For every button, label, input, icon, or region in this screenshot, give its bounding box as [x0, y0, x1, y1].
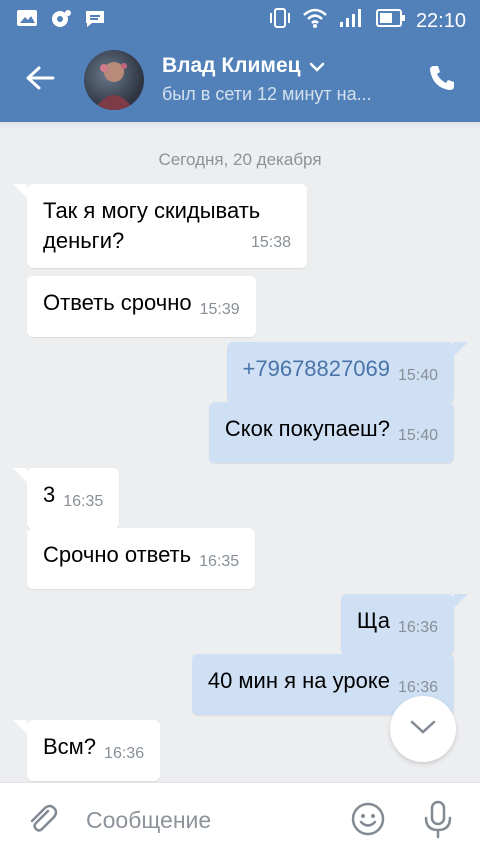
back-button[interactable] — [20, 60, 60, 100]
message-text: Срочно ответь — [43, 542, 192, 567]
outgoing-message[interactable]: +79678827069 15:40 — [226, 342, 469, 403]
status-bar: 22:10 — [0, 0, 480, 38]
contact-name-button[interactable]: Влад Климец — [162, 54, 325, 78]
message-input[interactable] — [86, 805, 326, 835]
message-time: 15:39 — [199, 301, 240, 318]
incoming-message[interactable]: Срочно ответь 16:35 — [27, 528, 256, 589]
message-composer — [0, 782, 480, 854]
chat-icon — [84, 8, 106, 35]
paperclip-icon — [24, 804, 60, 841]
notification-icon — [50, 8, 72, 35]
contact-name: Влад Климец — [162, 54, 301, 77]
avatar[interactable] — [84, 50, 144, 110]
clock: 22:10 — [415, 9, 466, 32]
message-time: 16:36 — [397, 619, 438, 636]
message-text: 40 мин я на уроке — [207, 668, 390, 693]
signal-icon — [338, 7, 366, 34]
wifi-icon — [302, 7, 328, 34]
message-time: 16:35 — [63, 493, 104, 510]
chevron-down-icon — [309, 54, 325, 78]
phone-icon — [427, 63, 457, 98]
phone-link[interactable]: +79678827069 — [243, 356, 390, 381]
message-time: 15:40 — [397, 427, 438, 444]
image-icon — [16, 8, 38, 35]
scroll-to-bottom-button[interactable] — [390, 696, 456, 762]
message-text: Всм? — [43, 734, 97, 759]
incoming-message[interactable]: Так я могу скидывать деньги? 15:38 — [13, 184, 307, 268]
message-text: 3 — [43, 482, 56, 507]
date-separator: Сегодня, 20 декабря — [158, 150, 322, 169]
back-arrow-icon — [25, 65, 55, 96]
battery-icon — [375, 7, 406, 34]
contact-status: был в сети 12 минут на... — [162, 84, 372, 104]
incoming-message[interactable]: Всм? 16:36 — [12, 720, 161, 781]
message-list[interactable]: Сегодня, 20 декабря Так я могу скидывать… — [0, 122, 480, 782]
message-time: 16:36 — [104, 745, 145, 762]
incoming-message[interactable]: 3 16:35 — [12, 468, 120, 529]
emoji-button[interactable] — [350, 801, 386, 837]
chevron-down-icon — [409, 719, 437, 740]
message-time: 16:36 — [397, 679, 438, 696]
message-text: Ответь срочно — [43, 290, 192, 315]
message-text: Так я могу скидывать — [43, 198, 261, 223]
incoming-message[interactable]: Ответь срочно 15:39 — [27, 276, 256, 337]
outgoing-message[interactable]: Ща 16:36 — [340, 594, 469, 655]
scroll-fade — [0, 122, 480, 130]
outgoing-message[interactable]: Скок покупаеш? 15:40 — [208, 402, 454, 463]
microphone-icon — [420, 800, 456, 843]
attach-button[interactable] — [24, 801, 60, 837]
call-button[interactable] — [424, 62, 460, 98]
message-text: Скок покупаеш? — [224, 416, 390, 441]
emoji-icon — [350, 802, 386, 841]
voice-message-button[interactable] — [420, 799, 456, 839]
vibrate-icon — [268, 7, 292, 34]
chat-header: Влад Климец был в сети 12 минут на... — [0, 38, 480, 122]
message-time: 15:40 — [397, 367, 438, 384]
message-time: 15:38 — [250, 234, 291, 251]
message-text: Ща — [356, 608, 390, 633]
message-time: 16:35 — [199, 553, 240, 570]
